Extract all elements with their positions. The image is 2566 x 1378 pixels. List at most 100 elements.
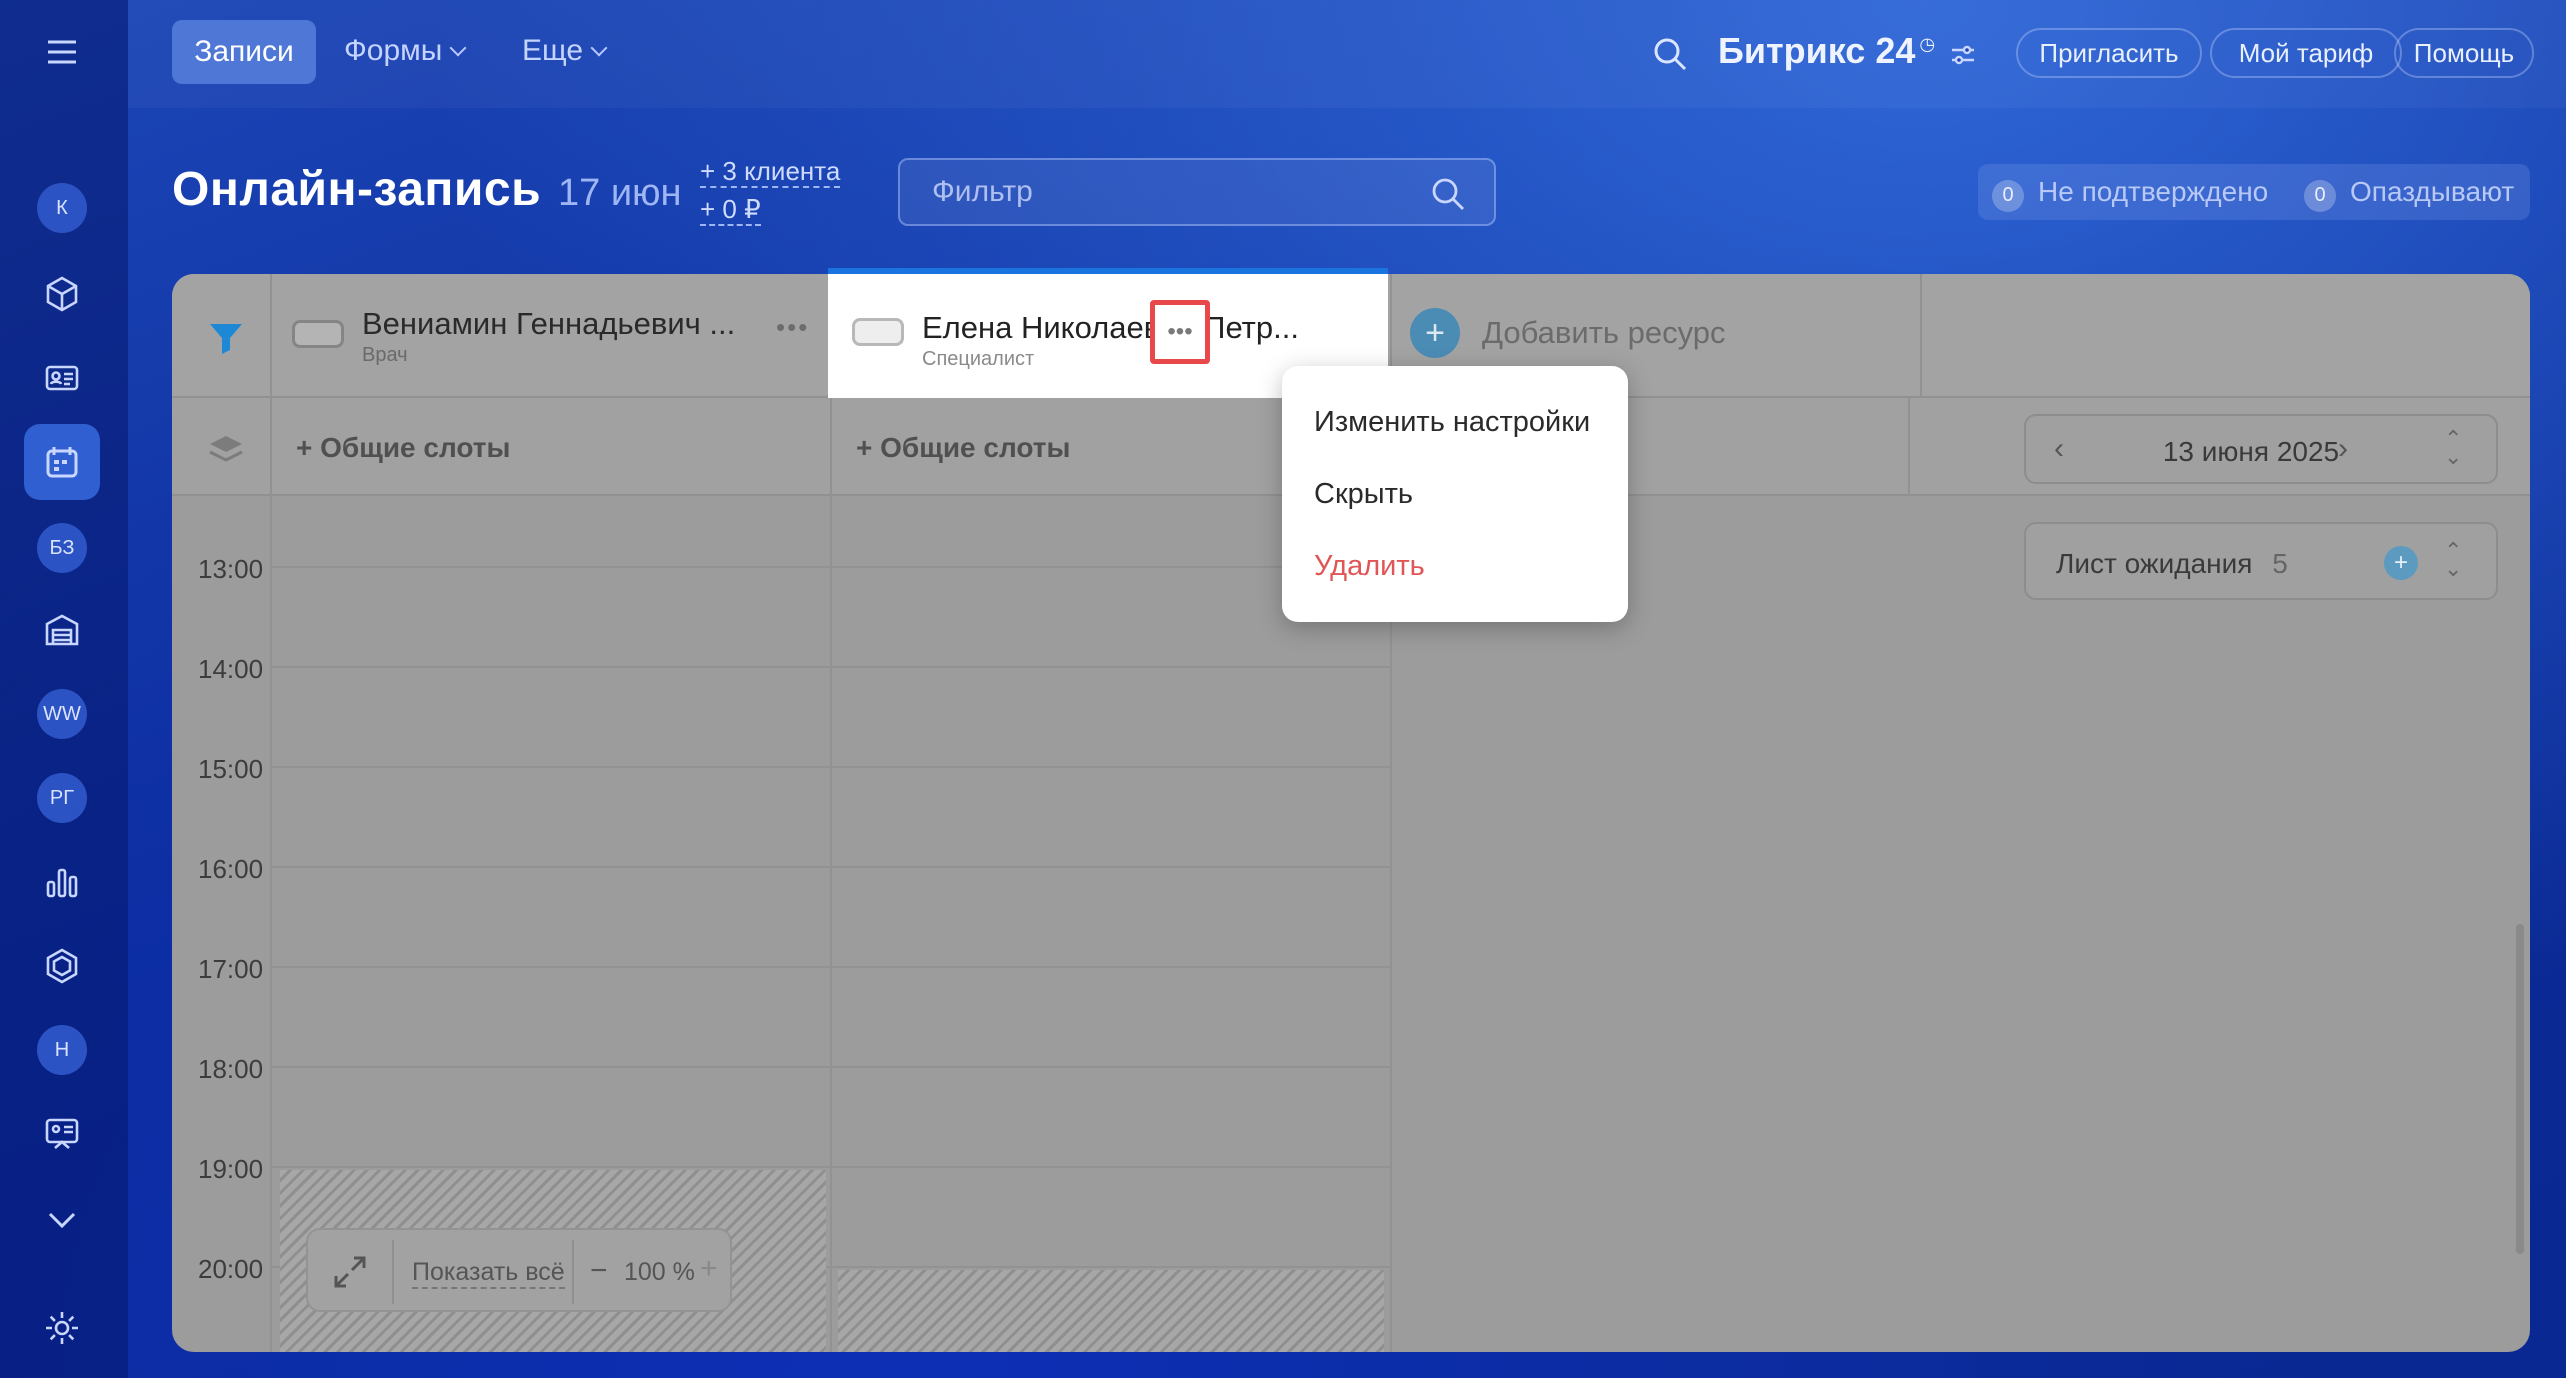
divider: [270, 274, 272, 1352]
resource-toggle[interactable]: [852, 318, 904, 346]
date-navigator: ‹ 13 июня 2025 › ⌃ ⌄: [2024, 414, 2498, 484]
waitlist-count: 5: [2272, 548, 2288, 579]
chevron-down-icon: [590, 39, 608, 57]
clients-stat[interactable]: + 3 клиента: [700, 156, 841, 188]
time-label: 16:00: [198, 854, 264, 884]
divider: [392, 1240, 394, 1304]
zoom-in-button[interactable]: +: [700, 1252, 718, 1286]
status-counters: 0 Не подтверждено 0 Опаздывают: [1978, 164, 2530, 220]
more-icon: •••: [1167, 318, 1193, 345]
menu-item-hide[interactable]: Скрыть: [1314, 478, 1413, 511]
expand-icon[interactable]: ⌃ ⌄: [2444, 540, 2462, 580]
shared-slots-button[interactable]: + Общие слоты: [856, 432, 1070, 464]
resource-role: Врач: [362, 344, 408, 366]
sidebar-avatar-ww[interactable]: WW: [34, 686, 90, 742]
funnel-icon[interactable]: [206, 318, 246, 358]
presentation-icon[interactable]: [34, 1106, 90, 1162]
time-line: [270, 666, 1390, 668]
brand-logo[interactable]: Битрикс 24 ◷: [1718, 30, 1935, 72]
divider: [1908, 398, 1910, 496]
page-date: 17 июн: [558, 172, 682, 214]
zoom-out-button[interactable]: −: [590, 1254, 608, 1288]
time-line: [270, 566, 1390, 568]
bar-chart-icon[interactable]: [34, 854, 90, 910]
sidebar-avatar-rg[interactable]: РГ: [34, 770, 90, 826]
add-waitlist-button[interactable]: +: [2384, 546, 2418, 580]
waitlist[interactable]: Лист ожидания 5 + ⌃ ⌄: [2024, 522, 2498, 600]
filter-input[interactable]: Фильтр: [898, 158, 1496, 226]
unconfirmed-counter[interactable]: 0 Не подтверждено: [1992, 176, 2268, 212]
hexagon-icon[interactable]: [34, 938, 90, 994]
divider: [1920, 274, 1922, 398]
chevron-down-icon[interactable]: [34, 1192, 90, 1248]
contact-card-icon[interactable]: [34, 350, 90, 406]
avatar: БЗ: [37, 523, 87, 573]
count-badge: 0: [2304, 179, 2336, 212]
shared-slots-button[interactable]: + Общие слоты: [296, 432, 510, 464]
show-all-button[interactable]: Показать всё: [412, 1258, 565, 1289]
tab-records[interactable]: Записи: [172, 20, 316, 84]
scrollbar[interactable]: [2516, 924, 2524, 1254]
layers-icon[interactable]: [206, 430, 246, 470]
avatar: РГ: [37, 773, 87, 823]
count-badge: 0: [1992, 179, 2024, 212]
calendar-icon: [46, 447, 78, 478]
time-label: 18:00: [198, 1054, 264, 1084]
avatar: К: [37, 183, 87, 233]
plus-icon: +: [1410, 308, 1460, 358]
waitlist-label: Лист ожидания: [2056, 548, 2253, 579]
time-line: [270, 866, 1390, 868]
revenue-stat[interactable]: + 0 ₽: [700, 194, 761, 226]
avatar: Н: [37, 1025, 87, 1075]
help-button[interactable]: Помощь: [2394, 28, 2534, 78]
search-icon[interactable]: [1650, 34, 1690, 74]
divider: [572, 1240, 574, 1304]
expand-icon[interactable]: ⌃ ⌄: [2444, 428, 2462, 468]
time-line: [270, 1066, 1390, 1068]
time-label: 19:00: [198, 1154, 264, 1184]
context-menu: Изменить настройки Скрыть Удалить: [1282, 366, 1628, 622]
chevron-left-icon[interactable]: ‹: [2054, 432, 2064, 466]
sliders-icon[interactable]: [1948, 40, 1978, 70]
tab-more[interactable]: Еще: [522, 34, 608, 68]
sidebar-item-booking[interactable]: [24, 424, 100, 500]
resource-toggle[interactable]: [292, 320, 344, 348]
zoom-controls: Показать всё − 100 % +: [306, 1228, 732, 1312]
clock-icon: ◷: [1919, 34, 1936, 54]
cube-icon[interactable]: [34, 266, 90, 322]
menu-item-delete[interactable]: Удалить: [1314, 550, 1425, 583]
sidebar-avatar-bz[interactable]: БЗ: [34, 520, 90, 576]
expand-arrows-icon[interactable]: [330, 1252, 370, 1292]
sidebar-avatar-n[interactable]: Н: [34, 1022, 90, 1078]
chevron-right-icon[interactable]: ›: [2338, 432, 2348, 466]
zoom-level: 100 %: [624, 1258, 695, 1286]
sidebar-avatar-k[interactable]: К: [34, 180, 90, 236]
unavailable-slot: [838, 1270, 1384, 1352]
more-options-button[interactable]: •••: [1150, 300, 1210, 364]
resource-name[interactable]: Вениамин Геннадьевич ...: [362, 306, 735, 342]
left-sidebar: К БЗ WW РГ Н: [0, 0, 128, 1378]
time-label: 17:00: [198, 954, 264, 984]
invite-button[interactable]: Пригласить: [2016, 28, 2202, 78]
more-icon[interactable]: •••: [776, 312, 809, 343]
warehouse-icon[interactable]: [34, 602, 90, 658]
time-label: 14:00: [198, 654, 264, 684]
add-resource-button[interactable]: + Добавить ресурс: [1410, 308, 1726, 358]
my-plan-button[interactable]: Мой тариф: [2210, 28, 2402, 78]
time-label: 13:00: [198, 554, 264, 584]
divider: [830, 274, 832, 1352]
avatar: WW: [37, 689, 87, 739]
search-icon[interactable]: [1430, 176, 1466, 212]
time-line: [270, 766, 1390, 768]
menu-item-edit-settings[interactable]: Изменить настройки: [1314, 406, 1590, 439]
gear-icon[interactable]: [34, 1300, 90, 1356]
resource-name[interactable]: Елена Николаевна Петр...: [922, 310, 1299, 346]
time-label: 20:00: [198, 1254, 264, 1284]
menu-icon[interactable]: [34, 24, 90, 80]
tab-forms[interactable]: Формы: [344, 34, 467, 68]
page-title: Онлайн-запись: [172, 163, 542, 216]
late-counter[interactable]: 0 Опаздывают: [2304, 176, 2514, 212]
time-label: 15:00: [198, 754, 264, 784]
time-line: [270, 1166, 1390, 1168]
resource-role: Специалист: [922, 348, 1035, 370]
